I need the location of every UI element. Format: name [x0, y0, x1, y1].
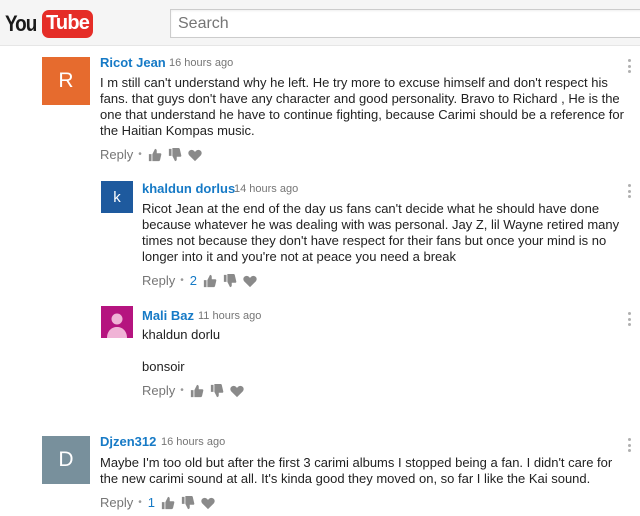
youtube-logo[interactable]: You Tube	[5, 9, 94, 38]
comment-body: Maybe I'm too old but after the first 3 …	[100, 455, 613, 486]
comment-actions: Reply • 2	[142, 273, 263, 288]
comment-body-line: khaldun dorlu	[142, 327, 221, 342]
comment-actions: Reply • 1	[100, 495, 221, 510]
heart-icon[interactable]	[188, 148, 202, 162]
thumbs-up-icon[interactable]	[161, 496, 175, 510]
avatar[interactable]: R	[42, 57, 90, 105]
comment-body-line: bonsoir	[142, 359, 185, 374]
comment-time[interactable]: 14 hours ago	[234, 183, 298, 195]
logo-tube-text: Tube	[42, 9, 94, 38]
logo-you-text: You	[5, 10, 37, 36]
avatar-letter: R	[58, 69, 74, 92]
comment-author[interactable]: Mali Baz	[142, 308, 194, 323]
comment-text: Ricot Jean at the end of the day us fans…	[142, 201, 626, 265]
heart-icon[interactable]	[230, 384, 244, 398]
comment-time[interactable]: 16 hours ago	[161, 436, 225, 448]
comment-time[interactable]: 16 hours ago	[169, 57, 233, 69]
heart-icon[interactable]	[201, 496, 215, 510]
comment-body: Ricot Jean at the end of the day us fans…	[142, 201, 620, 264]
like-count: 2	[189, 273, 197, 288]
reply-button[interactable]: Reply	[100, 147, 133, 162]
comment-text: khaldun dorlu bonsoir	[142, 327, 626, 375]
default-person-icon	[107, 313, 127, 338]
comment-author[interactable]: khaldun dorlus	[142, 181, 235, 196]
like-count: 1	[147, 495, 155, 510]
avatar-letter: D	[58, 448, 74, 471]
separator-dot: •	[180, 385, 184, 396]
comment-time[interactable]: 11 hours ago	[198, 310, 261, 322]
comment-author[interactable]: Ricot Jean	[100, 55, 166, 70]
thumbs-down-icon[interactable]	[181, 495, 195, 510]
reply-button[interactable]: Reply	[142, 273, 175, 288]
comment-author[interactable]: Djzen312	[100, 434, 156, 449]
thumbs-down-icon[interactable]	[223, 273, 237, 288]
comment-menu-icon[interactable]	[627, 184, 631, 198]
heart-icon[interactable]	[243, 274, 257, 288]
avatar-letter: k	[113, 188, 121, 206]
comment-actions: Reply •	[100, 147, 208, 162]
thumbs-up-icon[interactable]	[148, 148, 162, 162]
comment-menu-icon[interactable]	[627, 59, 631, 73]
comment-menu-icon[interactable]	[627, 438, 631, 452]
comment-body: I m still can't understand why he left. …	[100, 75, 624, 138]
thumbs-down-icon[interactable]	[168, 147, 182, 162]
separator-dot: •	[138, 149, 142, 160]
comment-text: I m still can't understand why he left. …	[100, 75, 628, 139]
avatar[interactable]: k	[101, 181, 133, 213]
reply-button[interactable]: Reply	[142, 383, 175, 398]
masthead: You Tube	[0, 0, 640, 46]
comment-menu-icon[interactable]	[627, 312, 631, 326]
search-input[interactable]	[170, 9, 640, 38]
reply-button[interactable]: Reply	[100, 495, 133, 510]
comment-text: Maybe I'm too old but after the first 3 …	[100, 455, 628, 487]
comment-actions: Reply •	[142, 383, 250, 398]
thumbs-up-icon[interactable]	[203, 274, 217, 288]
avatar[interactable]: D	[42, 436, 90, 484]
separator-dot: •	[180, 275, 184, 286]
avatar[interactable]	[101, 306, 133, 338]
thumbs-up-icon[interactable]	[190, 384, 204, 398]
separator-dot: •	[138, 497, 142, 508]
thumbs-down-icon[interactable]	[210, 383, 224, 398]
